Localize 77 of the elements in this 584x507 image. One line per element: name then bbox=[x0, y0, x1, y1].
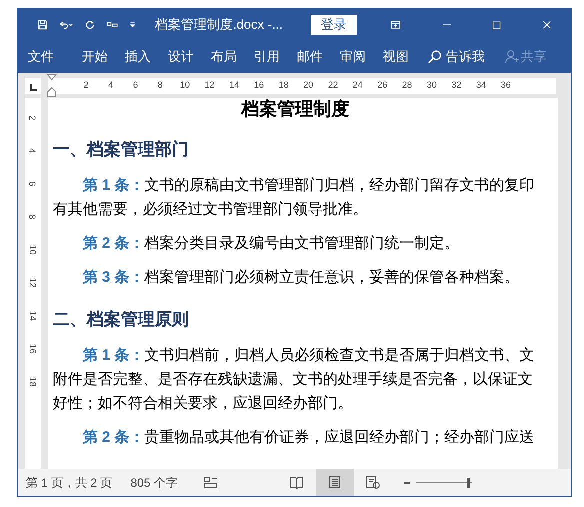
search-icon bbox=[428, 50, 442, 64]
article-label: 第 2 条： bbox=[83, 234, 145, 254]
save-icon[interactable] bbox=[38, 18, 48, 32]
ruler-number: 16 bbox=[253, 78, 266, 92]
zoom-slider[interactable] bbox=[416, 478, 472, 488]
ruler-number: 14 bbox=[228, 78, 240, 92]
ribbon-tab[interactable]: 开始 bbox=[82, 47, 108, 67]
zoom-slider-thumb[interactable] bbox=[466, 478, 470, 488]
ruler-number: 10 bbox=[27, 245, 39, 255]
ruler-number: 30 bbox=[426, 78, 438, 92]
customize-caret-icon[interactable] bbox=[130, 21, 136, 29]
document-title: 档案管理制度 bbox=[240, 98, 350, 120]
page-count: 第 1 页，共 2 页 bbox=[26, 474, 113, 492]
person-add-icon bbox=[505, 50, 519, 64]
body-text: 附件是否完整、是否存在残缺遗漏、文书的处理手续是否完备，以保证文 bbox=[53, 370, 533, 390]
body-text: 好性；如不符合相关要求，应退回经办部门。 bbox=[53, 394, 353, 414]
view-button[interactable] bbox=[316, 469, 354, 496]
ruler-number: 26 bbox=[376, 78, 389, 92]
ruler-number: 12 bbox=[27, 278, 39, 288]
ruler-number: 2 bbox=[27, 116, 39, 120]
ruler-number: 18 bbox=[278, 78, 290, 92]
article-label: 第 2 条： bbox=[83, 428, 145, 448]
ruler-number: 34 bbox=[475, 78, 488, 92]
ribbon-tab[interactable]: 邮件 bbox=[297, 47, 323, 67]
body-text: 档案管理部门必须树立责任意识，妥善的保管各种档案。 bbox=[144, 268, 520, 288]
ruler-number: 6 bbox=[27, 182, 39, 186]
undo-icon[interactable] bbox=[60, 19, 74, 31]
ruler-number: 18 bbox=[27, 377, 39, 387]
ribbon-display-icon[interactable] bbox=[391, 19, 401, 31]
ruler-number: 24 bbox=[352, 78, 364, 92]
ruler-number: 8 bbox=[27, 214, 39, 220]
article-label: 第 1 条： bbox=[83, 176, 145, 196]
body-text: 文书的原稿由文书管理部门归档，经办部门留存文书的复印 bbox=[144, 176, 535, 196]
ruler-number: 12 bbox=[204, 78, 216, 92]
article-label: 第 1 条： bbox=[83, 346, 145, 366]
ruler-number: 28 bbox=[401, 78, 414, 92]
ruler-number: 4 bbox=[27, 148, 39, 154]
tell-me-button[interactable]: 告诉我 bbox=[428, 47, 485, 67]
indent-marker-icon[interactable] bbox=[47, 74, 57, 98]
ruler-number: 8 bbox=[156, 78, 164, 92]
word-count: 805 个字 bbox=[130, 474, 178, 492]
ribbon-tab[interactable]: 文件 bbox=[28, 47, 54, 67]
ruler-number: 36 bbox=[500, 78, 512, 92]
ribbon-tab[interactable]: 审阅 bbox=[340, 47, 366, 67]
ruler-number: 10 bbox=[179, 78, 192, 92]
ruler-number: 22 bbox=[327, 78, 340, 92]
ruler-number: 14 bbox=[27, 311, 39, 321]
ruler-number: 32 bbox=[450, 78, 463, 92]
book-icon bbox=[290, 476, 304, 488]
tab-selector-icon[interactable] bbox=[25, 78, 41, 94]
section-heading: 二、档案管理原则 bbox=[53, 309, 190, 331]
login-button[interactable]: 登录 bbox=[311, 15, 358, 35]
close-icon[interactable] bbox=[542, 19, 551, 31]
maximize-icon[interactable] bbox=[493, 20, 501, 30]
ruler-number: 16 bbox=[27, 344, 39, 354]
ribbon-tab[interactable]: 视图 bbox=[383, 47, 409, 67]
proofing-icon[interactable] bbox=[204, 476, 218, 488]
page-icon bbox=[329, 476, 342, 489]
body-text: 文书归档前，归档人员必须检查文书是否属于归档文书、文 bbox=[144, 346, 535, 366]
body-text: 有其他需要，必须经过文书管理部门领导批准。 bbox=[53, 200, 368, 220]
touch-mode-icon[interactable] bbox=[106, 21, 118, 29]
section-heading: 一、档案管理部门 bbox=[53, 139, 190, 161]
body-text: 档案分类目录及编号由文书管理部门统一制定。 bbox=[144, 234, 460, 254]
window-title: 档案管理制度.docx -... bbox=[155, 16, 284, 34]
ruler-number: 2 bbox=[82, 78, 90, 92]
ruler-number: 20 bbox=[302, 78, 315, 92]
ribbon-tab[interactable]: 插入 bbox=[125, 47, 151, 67]
article-label: 第 3 条： bbox=[83, 268, 145, 288]
minimize-icon[interactable] bbox=[442, 24, 452, 26]
redo-icon[interactable] bbox=[86, 18, 95, 32]
ribbon-tab[interactable]: 设计 bbox=[168, 47, 194, 67]
ribbon-tab[interactable]: 引用 bbox=[254, 47, 280, 67]
ruler-number: 4 bbox=[108, 78, 115, 92]
ribbon-tab[interactable]: 布局 bbox=[211, 47, 237, 67]
ruler-number: 6 bbox=[132, 78, 140, 92]
body-text: 贵重物品或其他有价证券，应退回经办部门；经办部门应送 bbox=[144, 428, 535, 448]
web-page-icon bbox=[366, 476, 380, 489]
